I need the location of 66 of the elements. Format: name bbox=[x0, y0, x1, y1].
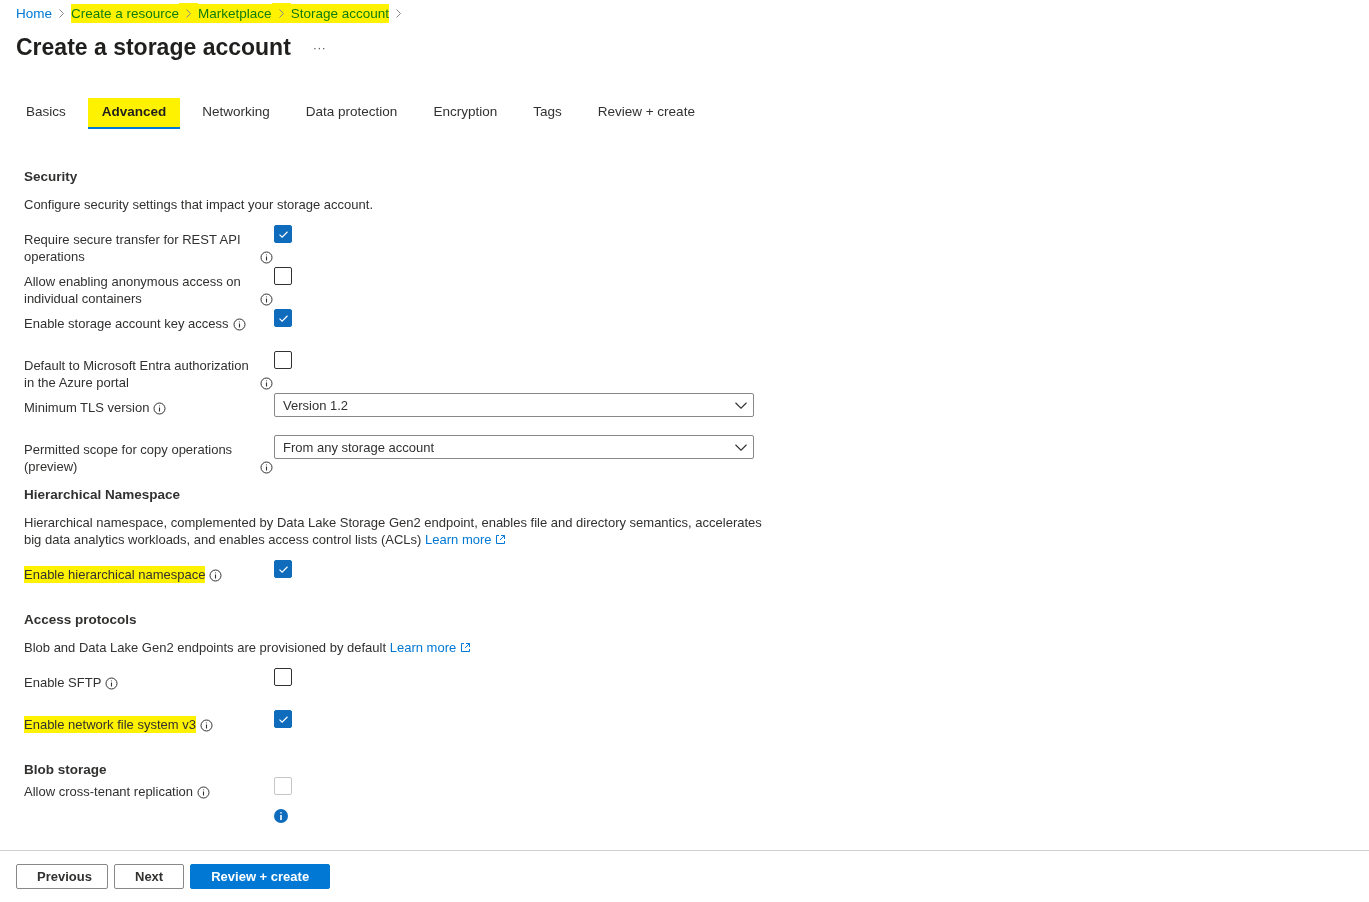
info-icon[interactable] bbox=[197, 786, 211, 799]
dropdown[interactable]: Version 1.2 bbox=[274, 393, 754, 417]
footer-button[interactable]: Review + create bbox=[190, 864, 331, 889]
chevron-icon bbox=[395, 8, 401, 18]
info-icon[interactable] bbox=[260, 461, 273, 474]
breadcrumb-link[interactable]: Marketplace bbox=[198, 3, 272, 23]
section-description: Blob and Data Lake Gen2 endpoints are provisioned by default Learn more bbox=[24, 639, 764, 656]
info-icon[interactable] bbox=[105, 677, 119, 690]
field-label: Allow enabling anonymous access on individual containers bbox=[24, 273, 242, 307]
section-title: Security bbox=[24, 169, 79, 184]
info-icon[interactable] bbox=[260, 293, 273, 306]
check-icon bbox=[278, 715, 288, 723]
page-title: Create a storage account bbox=[16, 33, 291, 61]
info-icon[interactable] bbox=[153, 402, 167, 415]
checkbox[interactable] bbox=[274, 309, 292, 327]
external-link-icon bbox=[459, 642, 471, 653]
info-icon[interactable] bbox=[232, 318, 246, 331]
section-title: Blob storage bbox=[24, 762, 108, 777]
field-label: Enable network file system v3 bbox=[24, 716, 196, 733]
section-description: Hierarchical namespace, complemented by Data Lake Storage Gen2 endpoint, enables file and directory semantics, accelerates big data analytics workloads, and enables access control lists (ACLs) Learn more bbox=[24, 514, 763, 548]
breadcrumb-link[interactable]: Create a resource bbox=[71, 3, 180, 23]
checkbox[interactable] bbox=[274, 710, 292, 728]
chevron-down-icon bbox=[735, 401, 747, 409]
field-label: Default to Microsoft Entra authorization in the Azure portal bbox=[24, 357, 250, 391]
info-icon[interactable] bbox=[260, 377, 273, 390]
tab[interactable]: Basics bbox=[12, 98, 80, 129]
external-link-icon bbox=[495, 534, 507, 545]
tab[interactable]: Encryption bbox=[419, 98, 512, 129]
info-icon[interactable] bbox=[209, 569, 223, 582]
dropdown[interactable]: From any storage account bbox=[274, 435, 754, 459]
chevron-down-icon bbox=[735, 443, 747, 451]
learn-more-link[interactable]: Learn more bbox=[389, 640, 457, 655]
tab[interactable]: Tags bbox=[519, 98, 576, 129]
section-description: Configure security settings that impact your storage account. bbox=[24, 196, 374, 213]
footer-button[interactable]: Previous bbox=[16, 864, 108, 889]
field-label: Permitted scope for copy operations (preview) bbox=[24, 441, 234, 475]
field-label: Enable SFTP bbox=[24, 674, 102, 691]
check-icon bbox=[278, 230, 288, 238]
checkbox[interactable] bbox=[274, 225, 292, 243]
checkbox[interactable] bbox=[274, 668, 292, 686]
breadcrumb-link[interactable]: Home bbox=[16, 3, 52, 23]
field-label: Enable storage account key access bbox=[24, 315, 229, 332]
tab[interactable]: Advanced bbox=[87, 98, 181, 129]
tab[interactable]: Data protection bbox=[291, 98, 412, 129]
learn-more-link[interactable]: Learn more bbox=[425, 532, 492, 547]
footer-button[interactable]: Next bbox=[114, 864, 185, 889]
section-title: Hierarchical Namespace bbox=[24, 487, 182, 502]
chevron-icon bbox=[278, 8, 284, 18]
chevron-icon bbox=[59, 8, 64, 18]
section-title: Access protocols bbox=[24, 612, 138, 627]
field-label: Require secure transfer for REST API operations bbox=[24, 231, 242, 265]
tab[interactable]: Networking bbox=[188, 98, 284, 129]
field-label: Minimum TLS version bbox=[24, 399, 150, 416]
checkbox[interactable] bbox=[274, 267, 292, 285]
more-button[interactable]: ··· bbox=[312, 39, 326, 55]
check-icon bbox=[278, 314, 288, 322]
info-icon[interactable] bbox=[199, 719, 213, 732]
breadcrumb-link[interactable]: Storage account bbox=[290, 3, 389, 23]
checkbox[interactable] bbox=[274, 560, 292, 578]
checkbox[interactable] bbox=[274, 351, 292, 369]
tab[interactable]: Review + create bbox=[583, 98, 709, 129]
info-icon[interactable] bbox=[260, 251, 273, 264]
check-icon bbox=[278, 565, 288, 573]
field-label: Allow cross-tenant replication bbox=[24, 783, 194, 800]
chevron-icon bbox=[186, 8, 192, 18]
field-label: Enable hierarchical namespace bbox=[24, 566, 206, 583]
